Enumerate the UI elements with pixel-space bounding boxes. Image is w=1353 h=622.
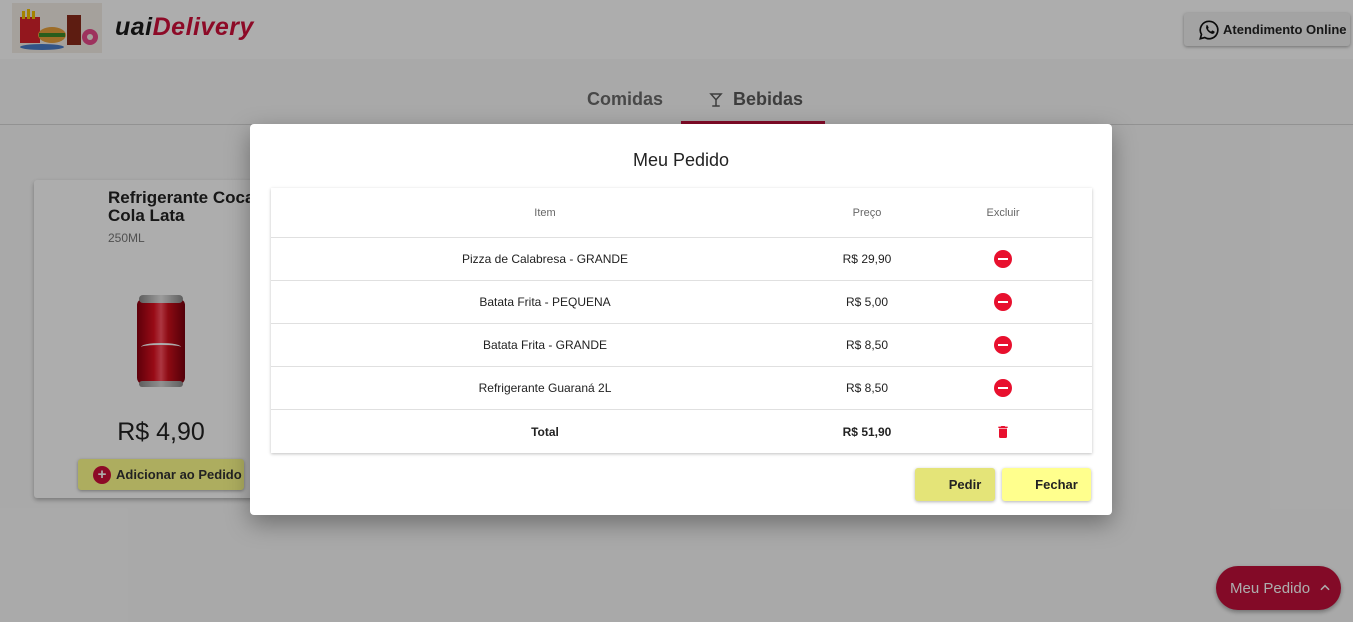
close-dialog-button[interactable]: Fechar: [1002, 468, 1091, 501]
column-header-delete: Excluir: [986, 206, 1020, 219]
order-table: Item Preço Excluir Pizza de Calabresa - …: [271, 188, 1092, 453]
table-row: Refrigerante Guaraná 2L R$ 8,50: [271, 367, 1092, 410]
column-header-item: Item: [534, 206, 556, 219]
order-dialog: Meu Pedido Item Preço Excluir Pizza de C…: [250, 124, 1112, 515]
row-item-price: R$ 29,90: [842, 252, 892, 266]
table-header-row: Item Preço Excluir: [271, 188, 1092, 238]
row-item-price: R$ 8,50: [845, 338, 889, 352]
place-order-button[interactable]: Pedir: [915, 468, 995, 501]
remove-item-icon[interactable]: [994, 336, 1012, 354]
close-dialog-label: Fechar: [1035, 477, 1078, 492]
column-header-price: Preço: [852, 206, 882, 219]
total-value: R$ 51,90: [842, 424, 892, 439]
remove-item-icon[interactable]: [994, 293, 1012, 311]
total-row: Total R$ 51,90: [271, 410, 1092, 453]
row-item-name: Batata Frita - GRANDE: [482, 338, 608, 352]
total-label: Total: [531, 424, 559, 439]
remove-item-icon[interactable]: [994, 250, 1012, 268]
remove-item-icon[interactable]: [994, 379, 1012, 397]
row-item-name: Batata Frita - PEQUENA: [479, 295, 611, 309]
table-row: Batata Frita - PEQUENA R$ 5,00: [271, 281, 1092, 324]
table-row: Batata Frita - GRANDE R$ 8,50: [271, 324, 1092, 367]
table-row: Pizza de Calabresa - GRANDE R$ 29,90: [271, 238, 1092, 281]
trash-icon[interactable]: [995, 423, 1011, 441]
place-order-label: Pedir: [948, 477, 982, 492]
dialog-title: Meu Pedido: [632, 150, 730, 170]
row-item-name: Refrigerante Guaraná 2L: [478, 381, 612, 395]
row-item-price: R$ 8,50: [845, 381, 889, 395]
row-item-price: R$ 5,00: [845, 295, 889, 309]
row-item-name: Pizza de Calabresa - GRANDE: [461, 252, 629, 266]
